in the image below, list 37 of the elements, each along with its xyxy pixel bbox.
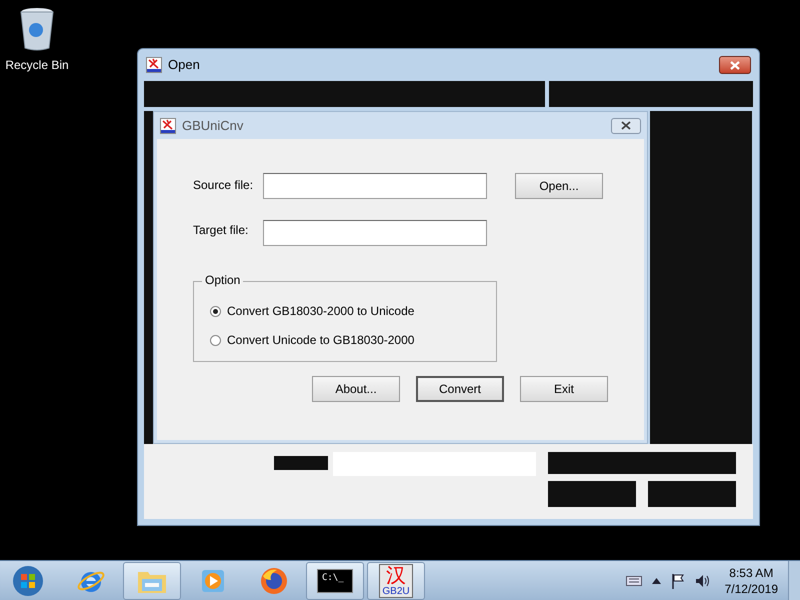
- media-player-icon: [200, 568, 226, 594]
- close-icon: [730, 60, 740, 70]
- radio-label: Convert Unicode to GB18030-2000: [227, 332, 414, 349]
- keyboard-icon[interactable]: [626, 576, 642, 586]
- caret-up-icon[interactable]: [652, 578, 661, 584]
- input-field[interactable]: [263, 173, 487, 199]
- field-label: Target file:: [193, 222, 250, 239]
- input-field[interactable]: [263, 220, 487, 246]
- window-title: GBUniCnv: [182, 116, 244, 135]
- firefox-icon: [259, 566, 289, 596]
- close-button[interactable]: [719, 56, 751, 74]
- close-icon: [621, 121, 631, 130]
- dialog-button[interactable]: About...: [312, 376, 400, 402]
- console-icon: C:\_: [317, 568, 353, 592]
- dialog-button[interactable]: Convert: [416, 376, 504, 402]
- group-legend: Option: [202, 274, 244, 286]
- dialog-button[interactable]: Exit: [520, 376, 608, 402]
- app-icon: [146, 57, 162, 73]
- taskbar-button[interactable]: C:\_: [306, 562, 364, 600]
- open-button[interactable]: Open...: [515, 173, 603, 199]
- window-title: Open: [168, 56, 200, 74]
- close-button[interactable]: [611, 118, 641, 134]
- flag-icon[interactable]: [670, 572, 685, 588]
- recycle-bin-icon: [19, 6, 55, 52]
- desktop-icon-label[interactable]: Recycle Bin: [5, 56, 69, 74]
- taskbar-button[interactable]: [123, 562, 181, 600]
- field-label: Source file:: [193, 177, 254, 194]
- taskbar-button[interactable]: 汉 GB2U: [367, 562, 425, 600]
- app-icon: [160, 118, 176, 134]
- clock[interactable]: 8:53 AM 7/12/2019: [724, 564, 778, 596]
- speaker-icon[interactable]: [694, 574, 711, 588]
- redaction-block: [274, 456, 328, 470]
- radio-label: Convert GB18030-2000 to Unicode: [227, 303, 414, 320]
- converter-icon: 汉 GB2U: [379, 564, 413, 598]
- windows-logo-icon: [12, 564, 44, 596]
- radio-button[interactable]: [210, 306, 221, 316]
- radio-button[interactable]: [210, 334, 221, 346]
